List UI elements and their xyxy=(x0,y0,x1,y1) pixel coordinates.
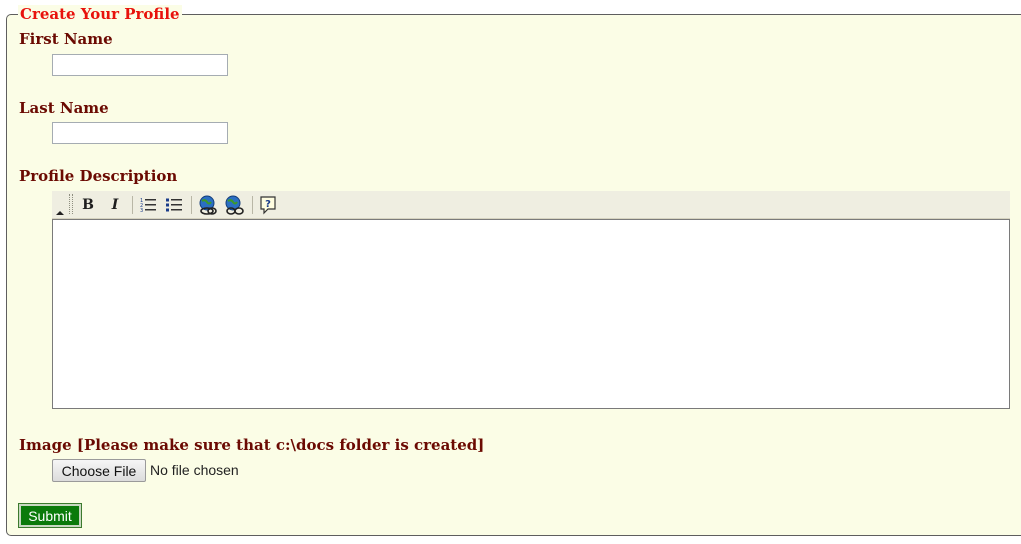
bulleted-list-icon xyxy=(166,198,182,212)
bold-button[interactable]: B xyxy=(77,194,99,216)
bulleted-list-button[interactable] xyxy=(163,194,185,216)
last-name-label: Last Name xyxy=(19,99,109,117)
editor-toolbar: B I 1 2 3 ? xyxy=(52,191,1010,219)
submit-button[interactable]: Submit xyxy=(18,503,82,528)
first-name-input[interactable] xyxy=(52,54,228,76)
svg-text:?: ? xyxy=(265,199,271,210)
italic-button[interactable]: I xyxy=(104,194,126,216)
description-editor-area[interactable] xyxy=(52,219,1010,409)
help-icon: ? xyxy=(260,196,276,215)
form-legend: Create Your Profile xyxy=(18,5,182,24)
italic-icon: I xyxy=(111,197,119,213)
file-status-text: No file chosen xyxy=(150,462,239,478)
numbered-list-icon: 1 2 3 xyxy=(140,198,156,214)
image-label: Image [Please make sure that c:\docs fol… xyxy=(19,436,485,454)
svg-text:3: 3 xyxy=(140,208,143,214)
toolbar-separator xyxy=(132,196,133,214)
unlink-button[interactable] xyxy=(223,194,245,216)
toolbar-grip-icon[interactable] xyxy=(69,194,73,214)
unlink-icon xyxy=(225,195,244,215)
triangle-up-icon[interactable] xyxy=(56,211,64,215)
rich-text-editor: B I 1 2 3 ? xyxy=(52,191,1010,409)
choose-file-button[interactable]: Choose File xyxy=(52,459,146,482)
last-name-input[interactable] xyxy=(52,122,228,144)
bold-icon: B xyxy=(82,197,94,213)
link-button[interactable] xyxy=(197,194,219,216)
toolbar-separator xyxy=(252,196,253,214)
first-name-label: First Name xyxy=(19,30,113,48)
toolbar-separator xyxy=(191,196,192,214)
numbered-list-button[interactable]: 1 2 3 xyxy=(137,194,159,216)
link-icon xyxy=(199,195,217,215)
profile-description-label: Profile Description xyxy=(19,167,178,185)
help-button[interactable]: ? xyxy=(257,194,279,216)
